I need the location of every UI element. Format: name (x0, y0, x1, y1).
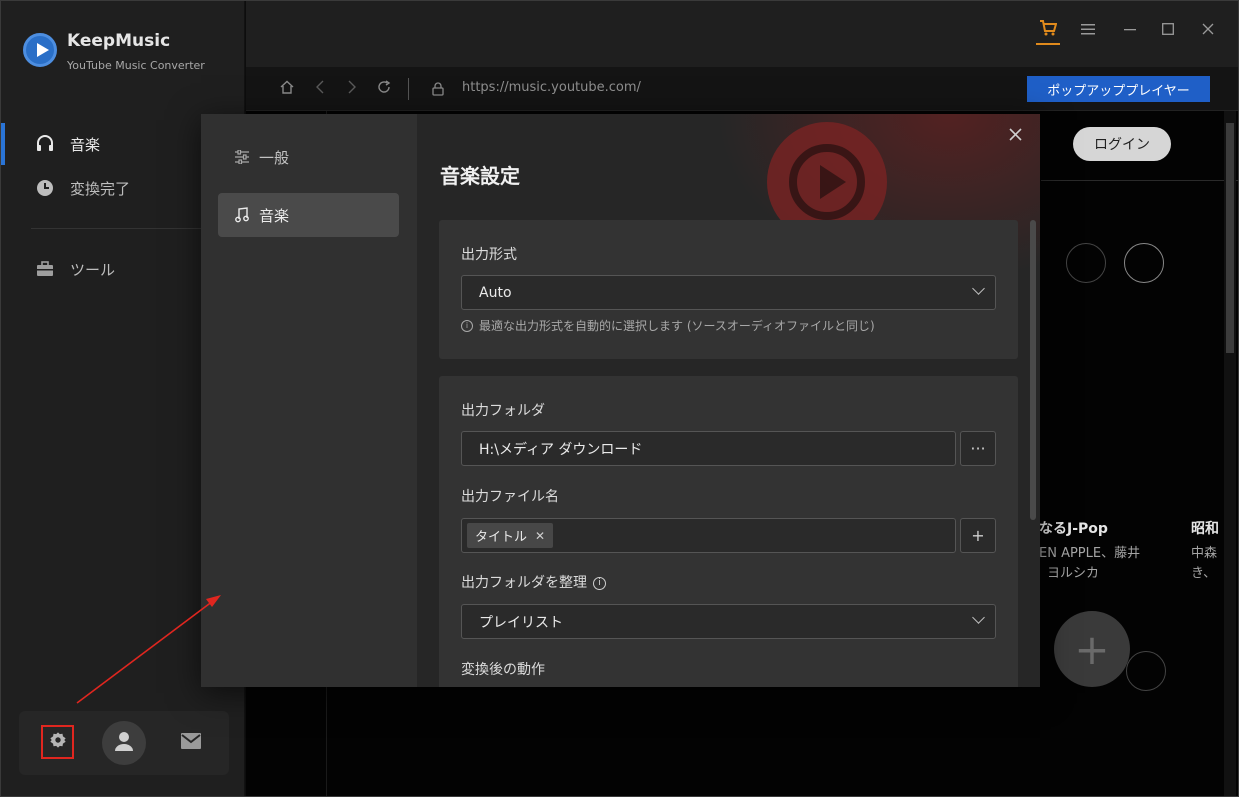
url-address[interactable]: https://music.youtube.com/ (462, 80, 641, 95)
playlist-artists: ヨルシカ (1047, 566, 1100, 581)
sidebar-item-label: 音楽 (70, 135, 101, 154)
playlist-artists: き、 (1191, 566, 1217, 581)
output-folder-value: H:\メディア ダウンロード (479, 441, 643, 458)
sliders-icon (233, 150, 251, 164)
cart-icon (1039, 20, 1058, 40)
settings-dialog: 一般 音楽 音楽設定 出力形式 Auto i 最適な出力形式を自動的に選択します… (201, 114, 1040, 687)
forward-button[interactable] (342, 79, 362, 99)
chevron-down-icon (972, 282, 985, 295)
lock-icon (428, 79, 448, 99)
maximize-button[interactable] (1156, 19, 1180, 43)
home-icon (280, 80, 294, 98)
title-bar (246, 1, 1238, 67)
playlist-title[interactable]: なるJ-Pop (1039, 518, 1108, 538)
more-icon: ··· (970, 439, 986, 458)
headphones-icon (35, 134, 55, 154)
reload-button[interactable] (374, 79, 394, 99)
app-logo-icon (23, 33, 57, 67)
chevron-left-icon (315, 80, 325, 98)
playlist-title[interactable]: 昭和 (1191, 518, 1219, 538)
popup-player-button[interactable]: ポップアッププレイヤー (1027, 76, 1210, 102)
app-subtitle: YouTube Music Converter (67, 59, 205, 72)
clock-icon (35, 178, 55, 198)
minimize-button[interactable] (1118, 19, 1142, 43)
menu-button[interactable] (1076, 19, 1100, 43)
browser-toolbar: https://music.youtube.com/ ポップアッププレイヤー (246, 67, 1238, 111)
dialog-scrollbar[interactable] (1030, 220, 1036, 520)
mail-icon (181, 733, 201, 753)
organize-folder-label-text: 出力フォルダを整理 (461, 575, 587, 591)
close-window-button[interactable] (1196, 19, 1220, 43)
close-icon (1008, 125, 1022, 146)
cart-button[interactable] (1036, 17, 1060, 45)
output-settings-card: 出力フォルダ H:\メディア ダウンロード ··· 出力ファイル名 タイトル ✕… (439, 376, 1018, 687)
web-circle-button[interactable] (1066, 243, 1106, 283)
web-header-divider (1041, 180, 1238, 181)
toolbar-divider (408, 78, 409, 100)
maximize-icon (1162, 23, 1174, 39)
output-format-hint-text: 最適な出力形式を自動的に選択します (ソースオーディオファイルと同じ) (479, 319, 875, 333)
app-window: KeepMusic YouTube Music Converter 音楽 変換完… (0, 0, 1239, 797)
info-icon[interactable]: i (593, 576, 606, 590)
web-circle-button[interactable] (1124, 243, 1164, 283)
settings-content: 音楽設定 出力形式 Auto i 最適な出力形式を自動的に選択します (ソースオ… (417, 114, 1040, 687)
dialog-close-button[interactable] (1004, 124, 1026, 146)
settings-tab-label: 一般 (259, 148, 290, 167)
output-format-value: Auto (479, 284, 512, 301)
music-note-icon (233, 207, 251, 223)
web-scrollbar-thumb[interactable] (1226, 123, 1234, 353)
organize-folder-label: 出力フォルダを整理 i (461, 572, 606, 592)
feedback-button[interactable] (179, 731, 203, 755)
hamburger-icon (1081, 23, 1095, 39)
output-format-label: 出力形式 (461, 247, 517, 263)
playlist-artists: 中森 (1191, 546, 1218, 561)
filename-tag-label: タイトル (475, 530, 528, 545)
close-icon (1202, 23, 1214, 39)
sidebar-bottom-bar (19, 711, 229, 775)
remove-tag-icon[interactable]: ✕ (535, 529, 545, 543)
output-format-select[interactable]: Auto (461, 275, 996, 310)
organize-folder-select[interactable]: プレイリスト (461, 604, 996, 639)
back-button[interactable] (310, 79, 330, 99)
output-filename-field[interactable]: タイトル ✕ (461, 518, 956, 553)
plus-icon: + (971, 526, 985, 545)
output-format-card: 出力形式 Auto i 最適な出力形式を自動的に選択します (ソースオーディオフ… (439, 220, 1018, 359)
toolbox-icon (35, 259, 55, 279)
sidebar-item-label: ツール (70, 260, 116, 279)
settings-tab-general[interactable]: 一般 (218, 135, 399, 179)
chevron-down-icon (972, 611, 985, 624)
app-name: KeepMusic (67, 31, 171, 51)
playlist-artists: EN APPLE、藤井 (1039, 546, 1141, 561)
add-to-list-button[interactable]: + (1054, 611, 1130, 687)
output-format-hint: i 最適な出力形式を自動的に選択します (ソースオーディオファイルと同じ) (461, 317, 875, 334)
web-scrollbar[interactable] (1224, 111, 1236, 796)
user-avatar-icon (112, 729, 136, 757)
info-icon: i (461, 319, 473, 332)
organize-folder-value: プレイリスト (479, 614, 563, 631)
filename-tag[interactable]: タイトル ✕ (467, 523, 554, 548)
reload-icon (377, 80, 391, 98)
chevron-right-icon (347, 80, 357, 98)
settings-nav: 一般 音楽 (201, 114, 417, 687)
browse-folder-button[interactable]: ··· (960, 431, 996, 466)
output-filename-label: 出力ファイル名 (461, 489, 559, 505)
after-convert-label: 変換後の動作 (461, 662, 545, 678)
settings-tab-label: 音楽 (259, 206, 290, 225)
output-folder-field[interactable]: H:\メディア ダウンロード (461, 431, 956, 466)
account-button[interactable] (102, 721, 146, 765)
settings-button[interactable] (41, 725, 74, 759)
settings-tab-music[interactable]: 音楽 (218, 193, 399, 237)
plus-icon: + (1074, 624, 1110, 674)
login-button[interactable]: ログイン (1073, 127, 1171, 161)
output-folder-label: 出力フォルダ (461, 403, 545, 419)
minimize-icon (1124, 23, 1136, 39)
add-filename-tag-button[interactable]: + (960, 518, 996, 553)
sidebar-item-label: 変換完了 (70, 179, 131, 198)
gear-icon (49, 731, 67, 753)
web-circle-button[interactable] (1126, 651, 1166, 691)
home-button[interactable] (277, 79, 297, 99)
dialog-title: 音楽設定 (440, 164, 520, 188)
